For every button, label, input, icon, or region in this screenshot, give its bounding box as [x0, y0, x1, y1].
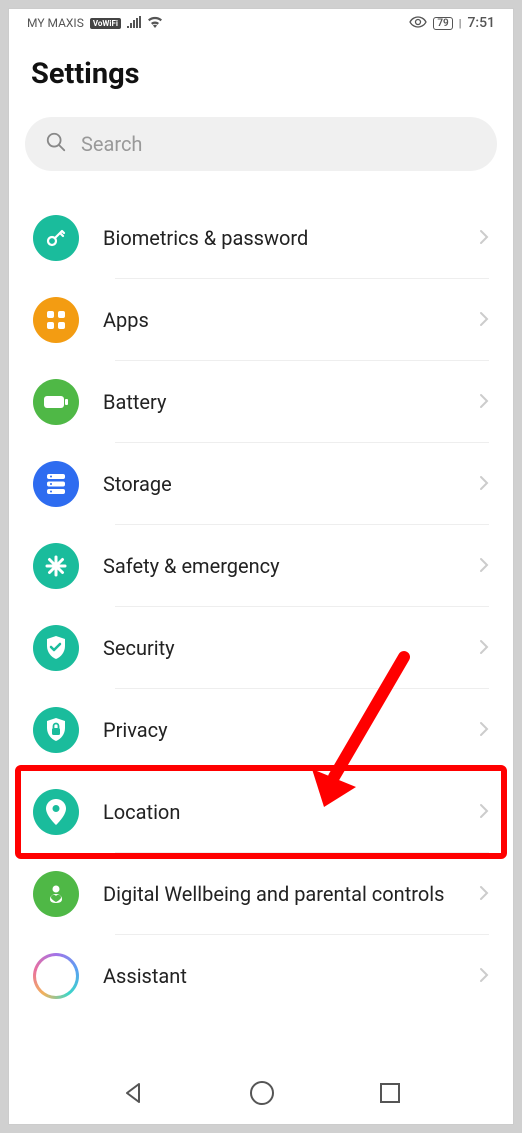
- item-label: Assistant: [103, 963, 455, 989]
- battery-indicator: 79: [433, 17, 452, 30]
- item-label: Safety & emergency: [103, 553, 455, 579]
- key-icon: [33, 215, 79, 261]
- navigation-bar: [9, 1068, 513, 1124]
- item-label: Location: [103, 799, 455, 825]
- settings-item-security[interactable]: Security: [21, 607, 501, 689]
- status-bar: MY MAXIS VoWiFi 79 | 7:51: [9, 9, 513, 35]
- recent-apps-button[interactable]: [379, 1082, 401, 1104]
- settings-item-privacy[interactable]: Privacy: [21, 689, 501, 771]
- signal-icon: [127, 16, 141, 31]
- carrier-label: MY MAXIS: [27, 16, 84, 30]
- heart-person-icon: [33, 871, 79, 917]
- chevron-right-icon: [479, 554, 489, 578]
- chevron-right-icon: [479, 964, 489, 988]
- chevron-right-icon: [479, 800, 489, 824]
- location-pin-icon: [33, 789, 79, 835]
- battery-icon: [33, 379, 79, 425]
- item-label: Privacy: [103, 717, 455, 743]
- back-button[interactable]: [121, 1081, 145, 1105]
- search-input[interactable]: Search: [25, 117, 497, 171]
- settings-item-battery[interactable]: Battery: [21, 361, 501, 443]
- time-label: 7:51: [467, 15, 495, 31]
- settings-list: Biometrics & password Apps: [19, 197, 503, 1017]
- settings-item-biometrics[interactable]: Biometrics & password: [21, 197, 501, 279]
- settings-item-digital-wellbeing[interactable]: Digital Wellbeing and parental controls: [21, 853, 501, 935]
- settings-item-storage[interactable]: Storage: [21, 443, 501, 525]
- chevron-right-icon: [479, 308, 489, 332]
- apps-icon: [33, 297, 79, 343]
- vowifi-badge: VoWiFi: [90, 18, 121, 29]
- search-placeholder: Search: [81, 132, 142, 156]
- chevron-right-icon: [479, 226, 489, 250]
- storage-icon: [33, 461, 79, 507]
- item-label: Storage: [103, 471, 455, 497]
- item-label: Digital Wellbeing and parental controls: [103, 881, 455, 907]
- item-label: Apps: [103, 307, 455, 333]
- chevron-right-icon: [479, 636, 489, 660]
- shield-check-icon: [33, 625, 79, 671]
- wifi-icon: [147, 16, 163, 31]
- settings-item-apps[interactable]: Apps: [21, 279, 501, 361]
- settings-item-assistant[interactable]: Assistant: [21, 935, 501, 1017]
- chevron-right-icon: [479, 390, 489, 414]
- item-label: Battery: [103, 389, 455, 415]
- assistant-icon: [33, 953, 79, 999]
- page-title: Settings: [19, 35, 503, 117]
- eye-icon: [409, 16, 427, 31]
- chevron-right-icon: [479, 472, 489, 496]
- search-icon: [45, 131, 67, 157]
- settings-item-location[interactable]: Location: [21, 771, 501, 853]
- chevron-right-icon: [479, 718, 489, 742]
- settings-item-safety[interactable]: Safety & emergency: [21, 525, 501, 607]
- lock-shield-icon: [33, 707, 79, 753]
- home-button[interactable]: [249, 1080, 275, 1106]
- item-label: Biometrics & password: [103, 225, 455, 251]
- asterisk-icon: [33, 543, 79, 589]
- item-label: Security: [103, 635, 455, 661]
- chevron-right-icon: [479, 882, 489, 906]
